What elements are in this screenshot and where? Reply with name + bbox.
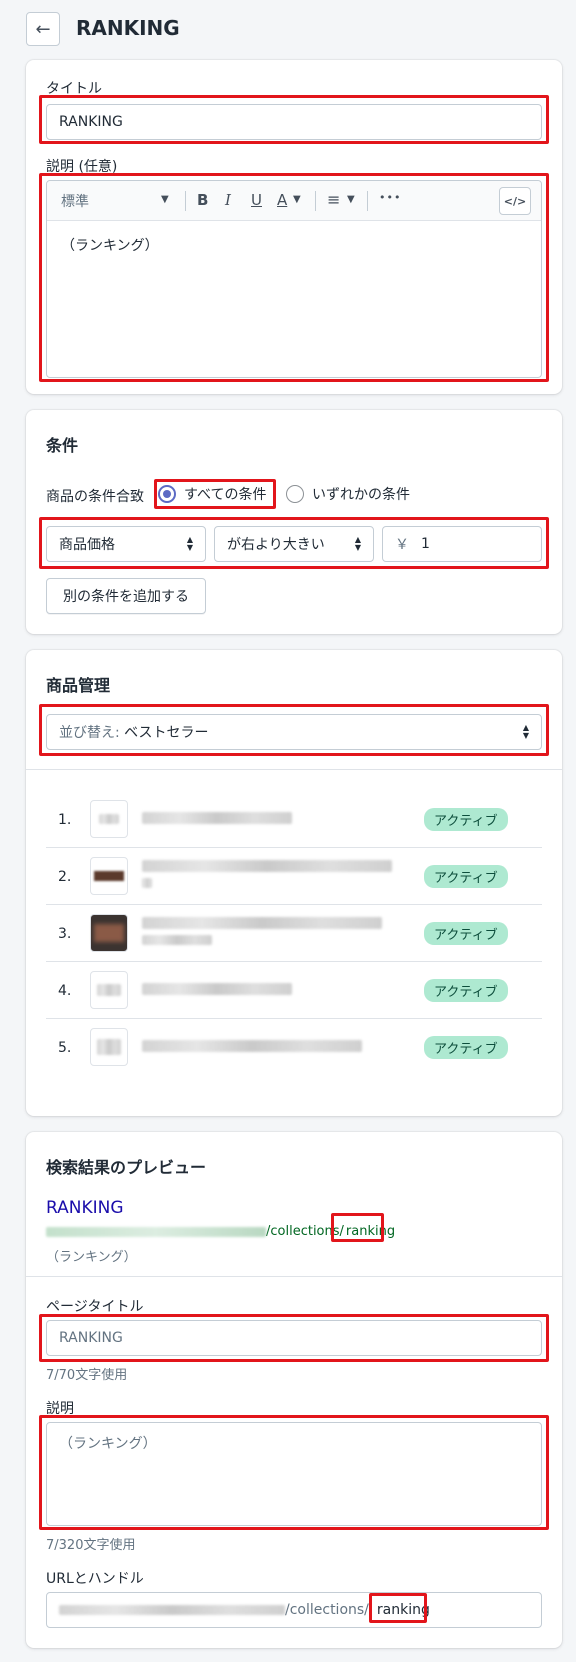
row-index: 2. [58, 869, 72, 885]
title-value: RANKING [59, 114, 123, 130]
divider [26, 1276, 562, 1277]
url-label: URLとハンドル [46, 1571, 144, 1587]
select-arrows-icon: ▲ ▼ [186, 535, 193, 552]
radio-any-condition[interactable]: いずれかの条件 [286, 484, 410, 504]
row-index: 1. [58, 812, 72, 828]
match-label: 商品の条件合致 [46, 489, 144, 505]
product-name-redacted[interactable] [142, 812, 292, 824]
editor-toolbar: 標準 ▼ B I U A ▼ ≡ ▼ ••• </> [47, 181, 541, 221]
page-title-input[interactable]: RANKING [46, 1320, 542, 1356]
row-index: 4. [58, 983, 72, 999]
divider [46, 961, 542, 962]
bold-icon[interactable]: B [197, 191, 208, 209]
back-button[interactable]: ← [26, 12, 60, 46]
select-arrows-icon: ▲ ▼ [522, 723, 529, 740]
product-thumbnail[interactable] [90, 857, 128, 895]
url-domain-redacted [46, 1226, 266, 1237]
product-name-redacted[interactable] [142, 917, 382, 929]
divider [46, 847, 542, 848]
radio-unselected-icon [286, 485, 304, 503]
seo-card: 検索結果のプレビュー RANKING /collections/ ranking… [26, 1132, 562, 1648]
product-name-redacted [142, 878, 152, 888]
preview-description: （ランキング） [46, 1250, 137, 1265]
condition-field-select[interactable]: 商品価格 ▲ ▼ [46, 526, 206, 562]
caret-down-icon: ▼ [293, 194, 301, 205]
page-title: RANKING [76, 16, 180, 40]
caret-down-icon: ▼ [347, 194, 355, 205]
products-card: 商品管理 並び替え: ベストセラー ▲ ▼ 1. アクティブ 2. アクティブ 3… [26, 650, 562, 1116]
divider [46, 1018, 542, 1019]
status-badge: アクティブ [424, 808, 508, 831]
description-label: 説明 (任意) [46, 159, 118, 175]
row-index: 5. [58, 1040, 72, 1056]
details-card: タイトル RANKING 説明 (任意) 標準 ▼ B I U A ▼ ≡ ▼ … [26, 60, 562, 394]
conditions-heading: 条件 [46, 436, 79, 455]
add-condition-button[interactable]: 別の条件を追加する [46, 578, 206, 614]
divider [26, 769, 562, 770]
more-icon[interactable]: ••• [379, 191, 401, 204]
preview-title: RANKING [46, 1198, 124, 1218]
seo-description-label: 説明 [46, 1401, 74, 1417]
currency-symbol: ￥ [395, 537, 409, 553]
divider [46, 904, 542, 905]
page-title-count: 7/70文字使用 [46, 1368, 128, 1383]
underline-icon[interactable]: U [251, 191, 262, 209]
title-input[interactable]: RANKING [46, 104, 542, 140]
product-thumbnail[interactable] [90, 914, 128, 952]
text-color-icon[interactable]: A [277, 191, 287, 209]
toolbar-divider [315, 191, 316, 211]
sort-select[interactable]: 並び替え: ベストセラー ▲ ▼ [46, 714, 542, 750]
condition-value-input[interactable]: ￥ 1 [382, 526, 542, 562]
status-badge: アクティブ [424, 922, 508, 945]
seo-description-count: 7/320文字使用 [46, 1538, 136, 1553]
italic-icon[interactable]: I [225, 191, 231, 209]
product-name-redacted[interactable] [142, 983, 292, 995]
sort-value: ベストセラー [124, 725, 209, 741]
toolbar-divider [367, 191, 368, 211]
description-text: （ランキング） [61, 238, 159, 254]
product-thumbnail[interactable] [90, 971, 128, 1009]
product-name-redacted [142, 935, 212, 945]
page-title-label: ページタイトル [46, 1299, 144, 1315]
row-index: 3. [58, 926, 72, 942]
product-name-redacted[interactable] [142, 1040, 362, 1052]
sort-prefix: 並び替え: [59, 725, 125, 741]
products-heading: 商品管理 [46, 676, 111, 695]
product-name-redacted[interactable] [142, 860, 392, 872]
product-thumbnail[interactable] [90, 1028, 128, 1066]
arrow-left-icon: ← [35, 18, 51, 40]
select-arrows-icon: ▲ ▼ [354, 535, 361, 552]
product-thumbnail[interactable] [90, 800, 128, 838]
title-label: タイトル [46, 81, 102, 97]
seo-description-textarea[interactable]: （ランキング） [46, 1422, 542, 1526]
url-domain-redacted [59, 1605, 285, 1615]
description-editor[interactable]: 標準 ▼ B I U A ▼ ≡ ▼ ••• </> （ランキング） [46, 180, 542, 378]
toolbar-divider [185, 191, 186, 211]
align-left-icon[interactable]: ≡ [327, 190, 340, 209]
caret-down-icon: ▼ [161, 194, 169, 205]
html-code-icon[interactable]: </> [499, 187, 531, 215]
radio-all-conditions[interactable]: すべての条件 [158, 484, 266, 504]
radio-selected-icon [158, 485, 176, 503]
url-handle-input[interactable]: /collections/ ranking [46, 1592, 542, 1628]
conditions-card: 条件 商品の条件合致 すべての条件 いずれかの条件 商品価格 ▲ ▼ が右より大き… [26, 410, 562, 634]
status-badge: アクティブ [424, 1036, 508, 1059]
preview-url: /collections/ ranking [46, 1224, 395, 1239]
seo-heading: 検索結果のプレビュー [46, 1158, 207, 1177]
status-badge: アクティブ [424, 865, 508, 888]
condition-relation-select[interactable]: が右より大きい ▲ ▼ [214, 526, 374, 562]
status-badge: アクティブ [424, 979, 508, 1002]
style-select[interactable]: 標準 [61, 191, 89, 211]
